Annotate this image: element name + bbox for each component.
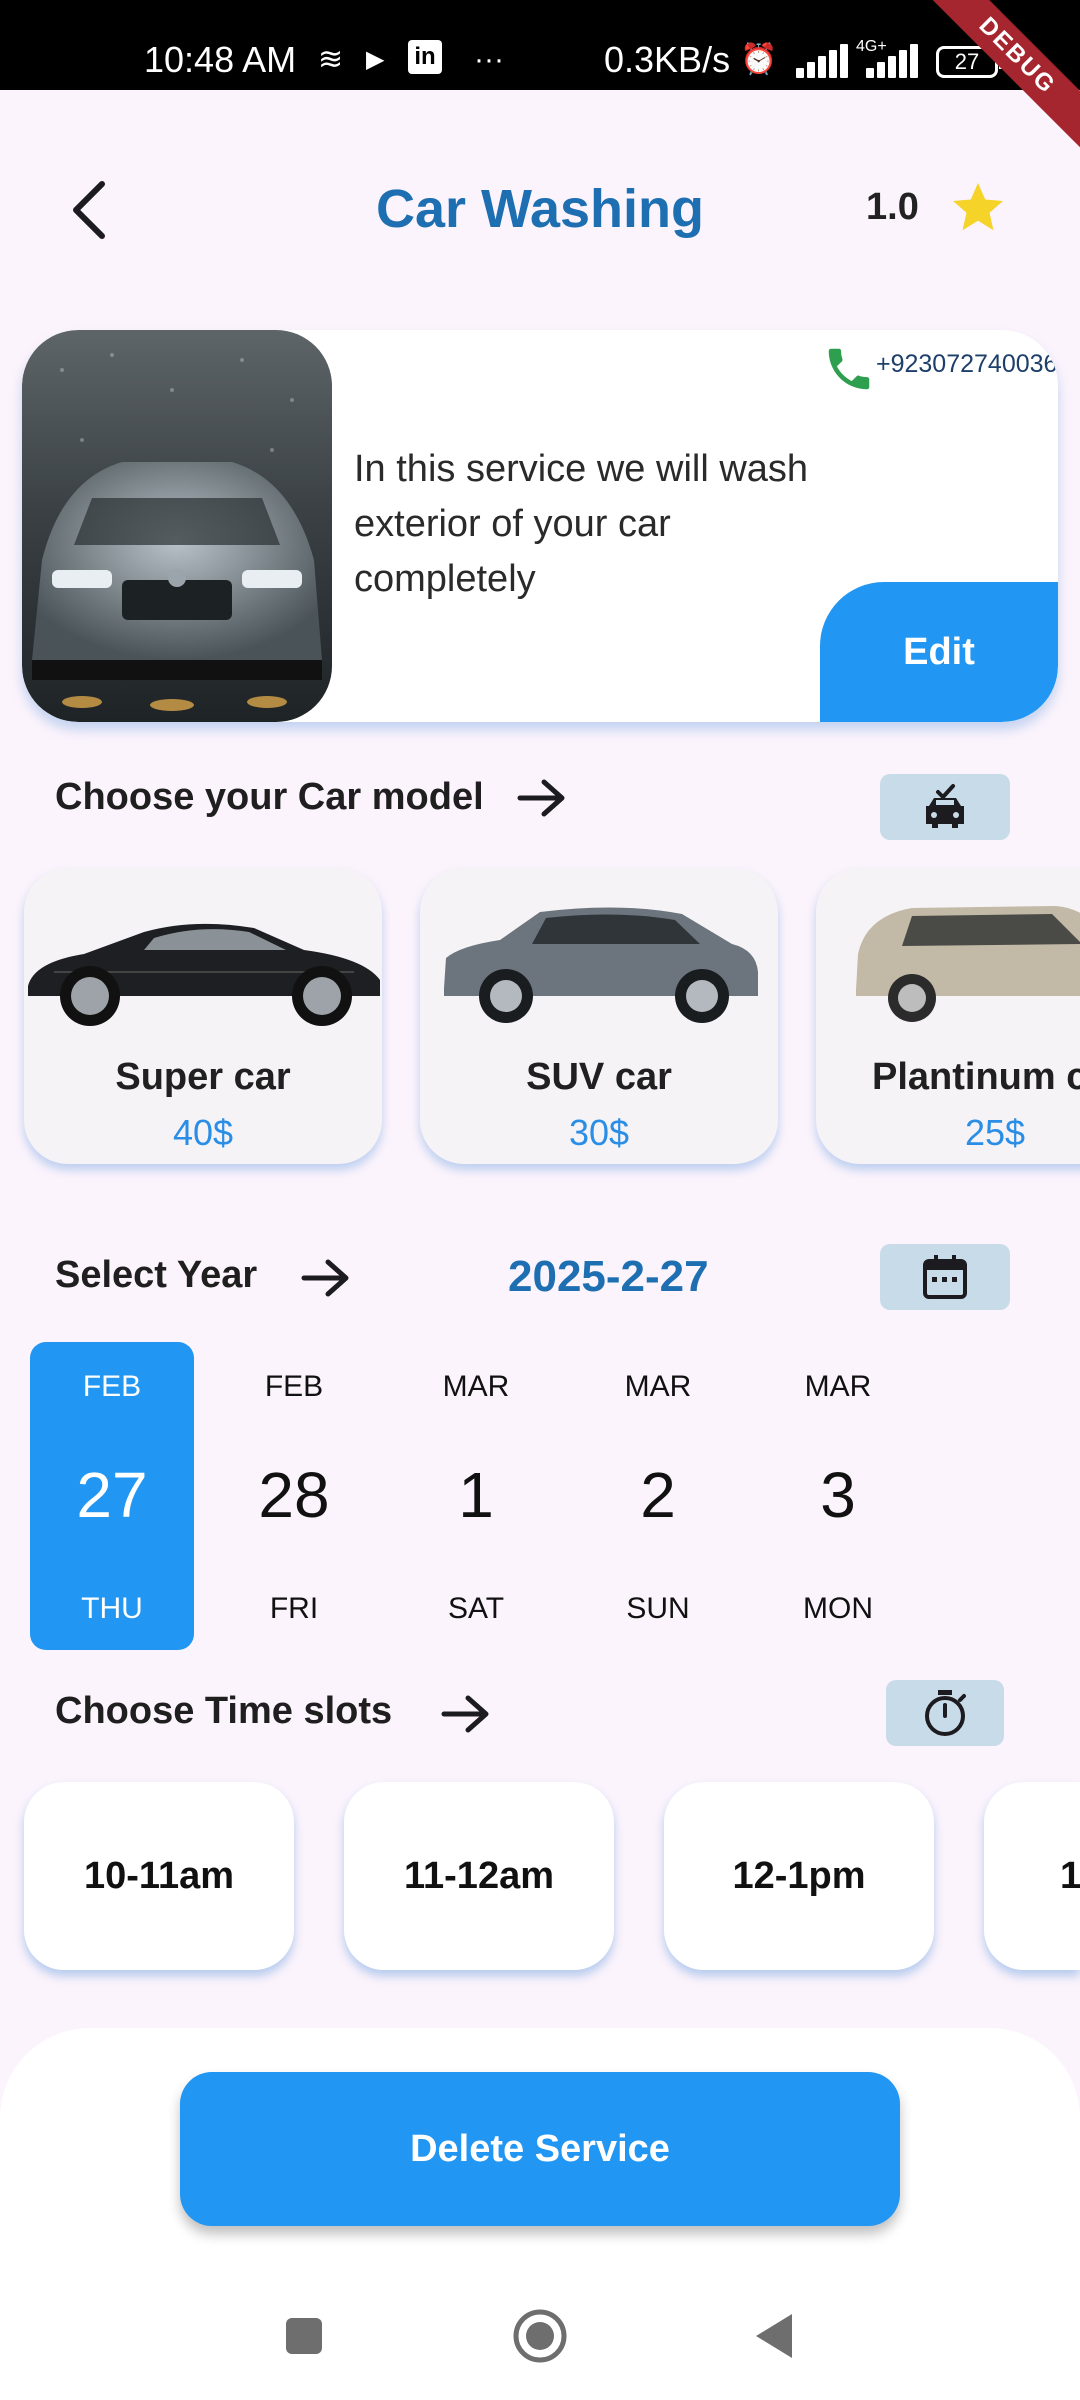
edit-button[interactable]: Edit: [820, 582, 1058, 722]
home-icon[interactable]: [510, 2306, 570, 2366]
debug-banner: DEBUG: [914, 0, 1080, 159]
arrow-right-icon[interactable]: [514, 776, 570, 820]
back-nav-icon[interactable]: [746, 2306, 806, 2366]
date-cell[interactable]: MAR 3 MON: [756, 1342, 920, 1650]
arrow-right-icon[interactable]: [438, 1692, 494, 1736]
car-model-label: Choose your Car model: [55, 776, 484, 818]
car-name: Super car: [115, 1056, 291, 1098]
date-month: FEB: [264, 1370, 324, 1403]
phone-number[interactable]: +923072740036: [876, 350, 1057, 379]
more-icon: ···: [474, 43, 504, 76]
date-cell[interactable]: MAR 2 SUN: [576, 1342, 740, 1650]
suv-car-image: [444, 907, 758, 1023]
date-weekday: SUN: [626, 1592, 690, 1625]
service-description: In this service we will wash exterior of…: [354, 448, 809, 600]
date-month: MAR: [624, 1370, 692, 1403]
car-price: 30$: [568, 1112, 630, 1153]
date-month: MAR: [804, 1370, 872, 1403]
layers-icon: ≋: [318, 43, 344, 76]
date-day: 1: [458, 1459, 494, 1531]
screen: 10:48 AM ≋ ▶ in ··· 0.3KB/s ⏰ 4G+ 27 DEB…: [0, 0, 1080, 2400]
calendar-badge[interactable]: [880, 1244, 1010, 1310]
arrow-right-icon[interactable]: [298, 1256, 354, 1300]
date-weekday: MON: [803, 1592, 873, 1625]
car-name: Plantinum car: [872, 1056, 1080, 1098]
status-bar: 10:48 AM ≋ ▶ in ··· 0.3KB/s ⏰ 4G+ 27 DEB…: [0, 0, 1080, 159]
car-name: SUV car: [526, 1056, 672, 1098]
date-cell[interactable]: MAR 1 SAT: [394, 1342, 558, 1650]
date-day: 3: [820, 1459, 856, 1531]
rating-value: 1.0: [866, 186, 919, 228]
signal-icon-2: [866, 44, 922, 78]
platinum-car-image: [856, 906, 1080, 1022]
date-cell-selected[interactable]: FEB 27 THU: [30, 1342, 194, 1650]
car-price: 25$: [964, 1112, 1026, 1153]
car-card-super[interactable]: Super car 40$: [24, 868, 382, 1164]
alarm-icon: ⏰: [740, 43, 778, 76]
time-slot[interactable]: 12-1pm: [664, 1782, 934, 1970]
battery-level: 27: [954, 49, 980, 74]
date-cell[interactable]: FEB 28 FRI: [212, 1342, 376, 1650]
play-icon: ▶: [366, 46, 385, 73]
select-year-label: Select Year: [55, 1254, 258, 1296]
signal-icon: [796, 44, 852, 78]
recents-icon[interactable]: [274, 2306, 334, 2366]
delete-service-button[interactable]: Delete Service: [180, 2072, 900, 2226]
time-slot[interactable]: 10-11am: [24, 1782, 294, 1970]
car-card-platinum[interactable]: Plantinum car 25$: [816, 868, 1080, 1164]
phone-icon[interactable]: [822, 342, 876, 396]
date-weekday: FRI: [269, 1592, 319, 1625]
car-model-badge[interactable]: [880, 774, 1010, 840]
date-month: FEB: [82, 1370, 142, 1403]
date-month: MAR: [442, 1370, 510, 1403]
date-day: 2: [640, 1459, 676, 1531]
calendar-icon: [923, 1255, 967, 1299]
service-image: [22, 330, 332, 722]
timer-icon: [925, 1690, 966, 1736]
super-car-image: [28, 923, 380, 1026]
timer-badge[interactable]: [886, 1680, 1004, 1746]
car-price: 40$: [172, 1112, 234, 1153]
date-weekday: THU: [81, 1592, 143, 1625]
car-card-suv[interactable]: SUV car 30$: [420, 868, 778, 1164]
date-weekday: SAT: [447, 1592, 505, 1625]
date-day: 27: [76, 1459, 148, 1531]
network-speed: 0.3KB/s: [604, 39, 731, 80]
time-slot[interactable]: 1-2pm: [984, 1782, 1080, 1970]
service-card: In this service we will wash exterior of…: [22, 330, 1058, 722]
star-icon: [953, 183, 1003, 231]
car-check-icon: [926, 784, 964, 828]
linkedin-icon: in: [408, 40, 442, 74]
selected-date: 2025-2-27: [508, 1252, 709, 1301]
status-time: 10:48 AM: [144, 39, 297, 80]
time-slots-label: Choose Time slots: [55, 1690, 393, 1732]
time-slot[interactable]: 11-12am: [344, 1782, 614, 1970]
date-day: 28: [258, 1459, 330, 1531]
